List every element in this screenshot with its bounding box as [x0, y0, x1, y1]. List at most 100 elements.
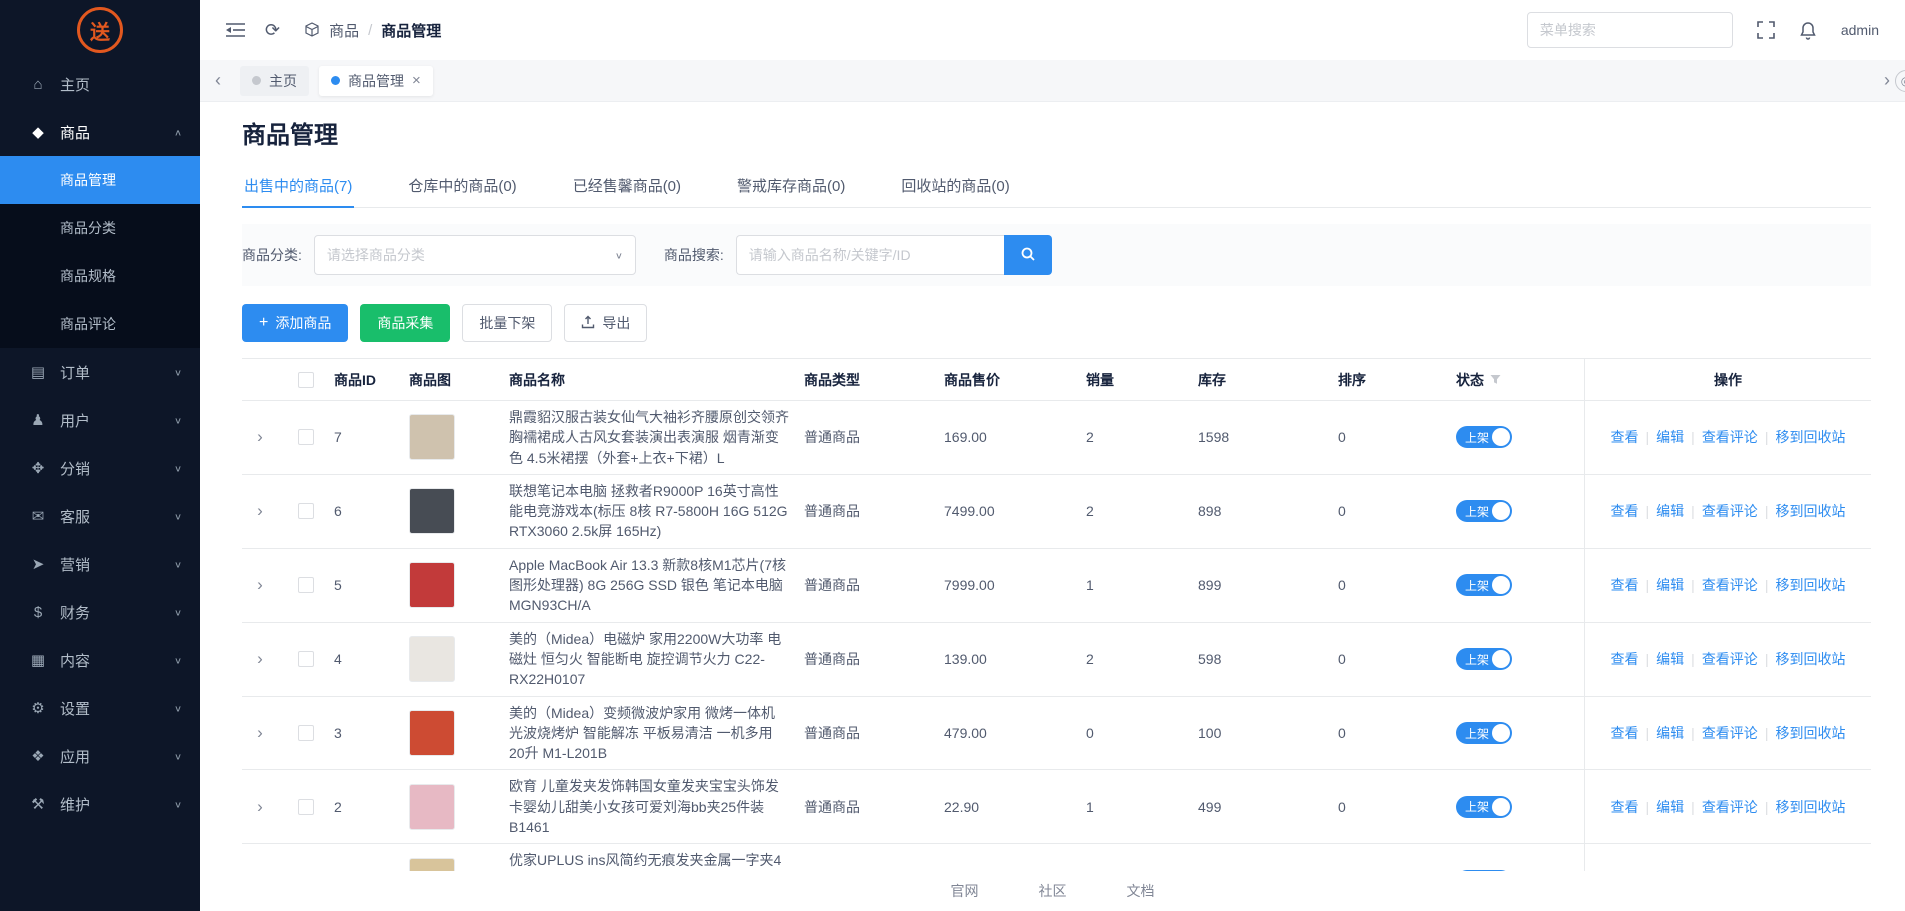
- fullscreen-icon[interactable]: [1757, 21, 1775, 39]
- edit-link[interactable]: 编辑: [1656, 797, 1684, 817]
- expand-row-icon[interactable]: ›: [257, 723, 263, 743]
- product-thumbnail[interactable]: [409, 488, 455, 534]
- sidebar-item[interactable]: ➤ 营销 ∨: [0, 540, 200, 588]
- refresh-icon[interactable]: ⟳: [265, 20, 280, 41]
- row-checkbox[interactable]: [298, 725, 314, 741]
- expand-row-icon[interactable]: ›: [257, 575, 263, 595]
- sidebar-item[interactable]: ◆ 商品 ∧: [0, 108, 200, 156]
- view-link[interactable]: 查看: [1611, 427, 1639, 447]
- footer-link[interactable]: 文档: [1127, 881, 1155, 901]
- search-button[interactable]: [1004, 235, 1052, 275]
- sidebar-subitem[interactable]: 商品管理: [0, 156, 200, 204]
- search-icon: [1020, 246, 1036, 265]
- move-to-recycle-link[interactable]: 移到回收站: [1775, 501, 1845, 521]
- export-button[interactable]: 导出: [564, 304, 647, 342]
- status-toggle[interactable]: 上架: [1456, 648, 1512, 670]
- edit-link[interactable]: 编辑: [1656, 501, 1684, 521]
- view-comments-link[interactable]: 查看评论: [1702, 649, 1758, 669]
- edit-link[interactable]: 编辑: [1656, 427, 1684, 447]
- product-thumbnail[interactable]: [409, 784, 455, 830]
- sidebar-item[interactable]: ⚙ 设置 ∨: [0, 684, 200, 732]
- sidebar-item[interactable]: ✉ 客服 ∨: [0, 492, 200, 540]
- move-to-recycle-link[interactable]: 移到回收站: [1775, 797, 1845, 817]
- status-toggle-label: 上架: [1456, 651, 1489, 668]
- footer-link[interactable]: 官网: [951, 881, 979, 901]
- status-toggle[interactable]: 上架: [1456, 574, 1512, 596]
- sidebar-item[interactable]: ⌂ 主页: [0, 60, 200, 108]
- product-status-tab[interactable]: 出售中的商品(7): [242, 164, 354, 207]
- view-link[interactable]: 查看: [1611, 797, 1639, 817]
- product-thumbnail[interactable]: [409, 858, 455, 871]
- expand-row-icon[interactable]: ›: [257, 797, 263, 817]
- view-link[interactable]: 查看: [1611, 501, 1639, 521]
- sidebar-item[interactable]: ♟ 用户 ∨: [0, 396, 200, 444]
- filter-funnel-icon[interactable]: [1490, 374, 1501, 385]
- sidebar-item[interactable]: ▤ 订单 ∨: [0, 348, 200, 396]
- product-status-tab[interactable]: 警戒库存商品(0): [735, 164, 847, 207]
- status-toggle[interactable]: 上架: [1456, 722, 1512, 744]
- view-comments-link[interactable]: 查看评论: [1702, 797, 1758, 817]
- expand-row-icon[interactable]: ›: [257, 649, 263, 669]
- breadcrumb-parent[interactable]: 商品: [329, 20, 359, 41]
- row-checkbox[interactable]: [298, 799, 314, 815]
- sidebar-item[interactable]: ⚒ 维护 ∨: [0, 780, 200, 828]
- select-all-checkbox[interactable]: [298, 372, 314, 388]
- batch-off-shelf-button[interactable]: 批量下架: [462, 304, 552, 342]
- move-to-recycle-link[interactable]: 移到回收站: [1775, 575, 1845, 595]
- status-toggle[interactable]: 上架: [1456, 796, 1512, 818]
- tab-close-icon[interactable]: ×: [412, 73, 421, 88]
- menu-search-input[interactable]: [1527, 12, 1733, 48]
- row-checkbox[interactable]: [298, 429, 314, 445]
- product-status-tab[interactable]: 已经售馨商品(0): [571, 164, 683, 207]
- view-comments-link[interactable]: 查看评论: [1702, 427, 1758, 447]
- sidebar-subitem[interactable]: 商品分类: [0, 204, 200, 252]
- move-to-recycle-link[interactable]: 移到回收站: [1775, 649, 1845, 669]
- view-link[interactable]: 查看: [1611, 575, 1639, 595]
- product-status-tab[interactable]: 仓库中的商品(0): [406, 164, 518, 207]
- add-product-button[interactable]: + 添加商品: [242, 304, 348, 342]
- product-search-input[interactable]: [736, 235, 1004, 275]
- view-tab[interactable]: 主页: [240, 66, 309, 96]
- page-content: 商品管理 出售中的商品(7)仓库中的商品(0)已经售馨商品(0)警戒库存商品(0…: [200, 102, 1905, 871]
- row-checkbox[interactable]: [298, 577, 314, 593]
- view-tab[interactable]: 商品管理 ×: [319, 66, 433, 96]
- sidebar-item[interactable]: ✥ 分销 ∨: [0, 444, 200, 492]
- view-link[interactable]: 查看: [1611, 723, 1639, 743]
- app-logo[interactable]: 送: [0, 0, 200, 60]
- status-toggle[interactable]: 上架: [1456, 870, 1512, 871]
- collapse-sidebar-icon[interactable]: [226, 22, 245, 38]
- status-toggle-label: 上架: [1456, 503, 1489, 520]
- logo-icon: 送: [77, 7, 123, 53]
- view-comments-link[interactable]: 查看评论: [1702, 575, 1758, 595]
- move-to-recycle-link[interactable]: 移到回收站: [1775, 427, 1845, 447]
- product-status-tab[interactable]: 回收站的商品(0): [899, 164, 1011, 207]
- status-toggle[interactable]: 上架: [1456, 500, 1512, 522]
- move-to-recycle-link[interactable]: 移到回收站: [1775, 723, 1845, 743]
- edit-link[interactable]: 编辑: [1656, 575, 1684, 595]
- view-link[interactable]: 查看: [1611, 649, 1639, 669]
- product-thumbnail[interactable]: [409, 414, 455, 460]
- notification-bell-icon[interactable]: [1799, 21, 1817, 40]
- view-comments-link[interactable]: 查看评论: [1702, 501, 1758, 521]
- edit-link[interactable]: 编辑: [1656, 723, 1684, 743]
- collect-product-button[interactable]: 商品采集: [360, 304, 450, 342]
- user-menu[interactable]: admin: [1841, 22, 1879, 38]
- tabs-scroll-left-icon[interactable]: ‹: [200, 60, 236, 101]
- expand-row-icon[interactable]: ›: [257, 501, 263, 521]
- category-select[interactable]: 请选择商品分类 ∨: [314, 235, 636, 275]
- product-thumbnail[interactable]: [409, 710, 455, 756]
- footer-link[interactable]: 社区: [1039, 881, 1067, 901]
- sidebar-item[interactable]: ❖ 应用 ∨: [0, 732, 200, 780]
- product-thumbnail[interactable]: [409, 562, 455, 608]
- sidebar-item[interactable]: ▦ 内容 ∨: [0, 636, 200, 684]
- expand-row-icon[interactable]: ›: [257, 427, 263, 447]
- view-comments-link[interactable]: 查看评论: [1702, 723, 1758, 743]
- edit-link[interactable]: 编辑: [1656, 649, 1684, 669]
- sidebar-subitem[interactable]: 商品评论: [0, 300, 200, 348]
- status-toggle[interactable]: 上架: [1456, 426, 1512, 448]
- product-thumbnail[interactable]: [409, 636, 455, 682]
- sidebar-subitem[interactable]: 商品规格: [0, 252, 200, 300]
- sidebar-item[interactable]: $ 财务 ∨: [0, 588, 200, 636]
- row-checkbox[interactable]: [298, 503, 314, 519]
- row-checkbox[interactable]: [298, 651, 314, 667]
